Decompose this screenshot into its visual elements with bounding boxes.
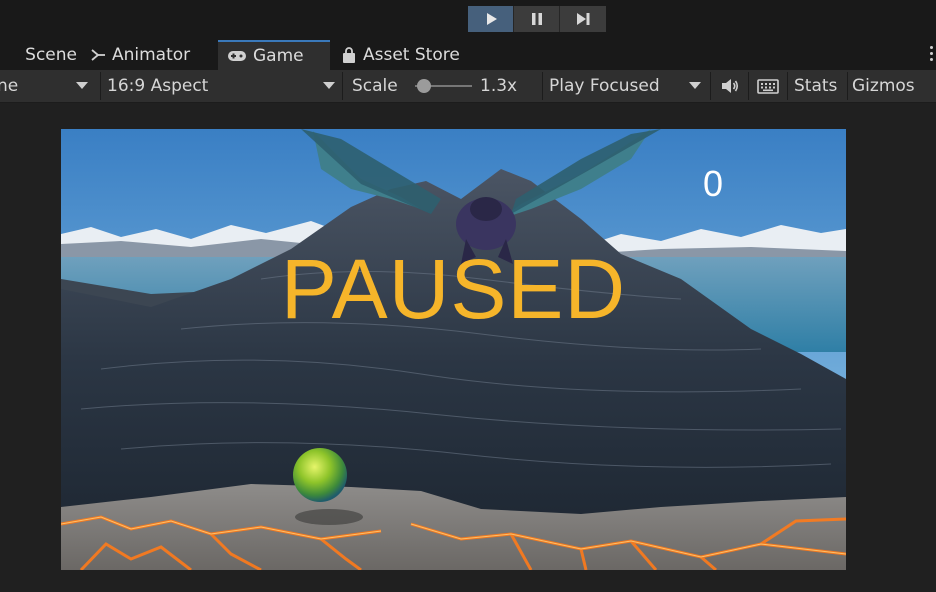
animator-icon: [90, 48, 106, 62]
player-ball: [293, 448, 347, 502]
aspect-dropdown[interactable]: 16:9 Aspect: [104, 70, 341, 102]
play-button[interactable]: [468, 6, 514, 32]
toolbar-divider: [710, 72, 711, 100]
keyboard-icon: [757, 78, 779, 94]
stats-button[interactable]: Stats: [794, 70, 846, 102]
scale-slider-handle[interactable]: [417, 79, 431, 93]
toolbar-divider: [847, 72, 848, 100]
tab-game-label: Game: [253, 46, 304, 66]
shopping-bag-icon: [341, 46, 357, 64]
chevron-down-icon: [323, 82, 335, 89]
playmode-controls: [468, 6, 606, 32]
gizmos-label: Gizmos: [852, 76, 915, 96]
scale-value: 1.3x: [480, 76, 518, 96]
step-button[interactable]: [560, 6, 606, 32]
tab-game[interactable]: Game: [218, 40, 330, 70]
top-toolbar: [0, 0, 936, 40]
gamepad-icon: [227, 50, 247, 62]
play-mode-dropdown[interactable]: Play Focused: [545, 70, 709, 102]
tab-scene[interactable]: Scene: [0, 40, 77, 70]
display-dropdown-label: ne: [0, 76, 19, 96]
game-viewport[interactable]: PAUSED 0: [61, 129, 846, 570]
step-icon: [577, 13, 590, 25]
pause-icon: [531, 13, 542, 25]
stats-label: Stats: [794, 76, 838, 96]
gizmos-button[interactable]: Gizmos: [852, 70, 936, 102]
keyboard-shortcuts-button[interactable]: [751, 70, 785, 102]
toolbar-divider: [787, 72, 788, 100]
toolbar-divider: [100, 72, 101, 100]
tab-animator[interactable]: Animator: [88, 40, 218, 70]
editor-tab-strip: Scene Animator Game Asset Store: [0, 40, 936, 70]
toolbar-divider: [342, 72, 343, 100]
tab-animator-label: Animator: [112, 45, 191, 65]
toolbar-divider: [748, 72, 749, 100]
aspect-dropdown-label: 16:9 Aspect: [107, 76, 209, 96]
display-dropdown[interactable]: ne: [0, 70, 97, 102]
chevron-down-icon: [76, 82, 88, 89]
more-options-icon[interactable]: [930, 46, 934, 64]
paused-label: PAUSED: [280, 242, 627, 336]
pause-button[interactable]: [514, 6, 560, 32]
chevron-down-icon: [689, 82, 701, 89]
speaker-icon: [722, 79, 739, 93]
tab-asset-store[interactable]: Asset Store: [341, 40, 481, 70]
play-icon: [486, 13, 497, 25]
scale-label: Scale: [352, 76, 398, 96]
play-mode-label: Play Focused: [549, 76, 660, 96]
toolbar-divider: [542, 72, 543, 100]
mute-audio-button[interactable]: [714, 70, 746, 102]
tab-scene-label: Scene: [25, 45, 77, 65]
tab-asset-store-label: Asset Store: [363, 45, 460, 65]
score-counter: 0: [702, 163, 724, 204]
